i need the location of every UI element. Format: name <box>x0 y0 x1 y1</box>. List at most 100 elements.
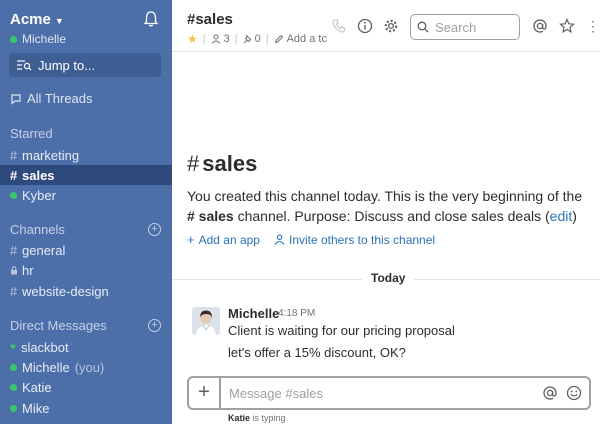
sidebar-item-marketing[interactable]: # marketing <box>0 145 172 165</box>
search-icon <box>417 21 429 33</box>
gear-icon[interactable] <box>383 18 399 34</box>
presence-dot-icon <box>10 363 17 371</box>
search-input[interactable]: Search <box>410 14 520 40</box>
hash-icon: # <box>187 151 200 176</box>
intro-actions: + Add an app Invite others to this chann… <box>187 232 449 247</box>
sidebar-item-hr[interactable]: hr <box>0 260 172 280</box>
presence-dot-icon <box>10 191 17 199</box>
intro-channel-name: sales <box>202 151 258 176</box>
current-user[interactable]: Michelle <box>10 32 66 46</box>
starred-section-title[interactable]: Starred <box>10 126 53 141</box>
hash-icon: # <box>10 167 18 183</box>
separator: | <box>265 33 269 45</box>
channel-meta: ★ | 3 | 0 | Add a tc <box>187 32 327 46</box>
chevron-down-icon: ▼ <box>54 15 64 26</box>
add-app-label: Add an app <box>198 232 260 247</box>
invite-others-button[interactable]: Invite others to this channel <box>274 232 435 247</box>
day-divider-label: Today <box>362 271 415 285</box>
hash-icon: # <box>10 147 18 163</box>
mentions-icon[interactable] <box>532 18 548 34</box>
intro-text-2: channel. Purpose: Discuss and close sale… <box>233 208 550 224</box>
emoji-icon[interactable] <box>566 385 582 401</box>
sidebar-item-label: Kyber <box>22 187 56 203</box>
message-composer: + Message #sales <box>187 376 591 410</box>
lock-icon <box>11 265 17 274</box>
hash-icon: # <box>10 283 18 299</box>
sidebar-item-label: general <box>22 242 66 258</box>
pin-count[interactable]: 0 <box>255 33 261 45</box>
presence-dot-icon <box>10 35 17 43</box>
typing-user: Katie <box>228 413 251 423</box>
add-app-button[interactable]: + Add an app <box>187 232 260 247</box>
sidebar-item-kyber[interactable]: Kyber <box>0 185 172 205</box>
message-input[interactable]: Message #sales <box>229 386 323 401</box>
sidebar-item-katie[interactable]: Katie <box>0 377 172 397</box>
intro-channel-ref: # sales <box>187 208 234 224</box>
sidebar-item-label: Mike <box>22 400 50 416</box>
jump-to-label: Jump to... <box>38 57 96 73</box>
plus-icon: + <box>187 232 195 247</box>
intro-text-3: ) <box>572 208 577 224</box>
threads-icon <box>11 93 21 105</box>
message-text: Client is waiting for our pricing propos… <box>228 323 455 338</box>
sidebar-item-label: slackbot <box>20 339 69 355</box>
sidebar-item-michelle[interactable]: Michelle (you) <box>0 357 172 377</box>
separator: | <box>202 33 206 45</box>
message-timestamp[interactable]: 4:18 PM <box>278 308 315 319</box>
add-channel-icon[interactable]: + <box>148 223 161 236</box>
presence-dot-icon <box>10 383 17 391</box>
pin-icon <box>243 34 251 44</box>
sidebar-item-label: website-design <box>22 283 109 299</box>
sidebar-item-general[interactable]: # general <box>0 240 172 260</box>
sidebar-item-sales[interactable]: # sales <box>0 165 172 185</box>
sidebar-item-label: sales <box>22 167 55 183</box>
attach-button[interactable]: + <box>189 378 221 408</box>
message-author[interactable]: Michelle <box>228 306 279 321</box>
team-name[interactable]: Acme <box>10 11 51 28</box>
star-icon[interactable]: ★ <box>187 32 198 46</box>
phone-icon[interactable] <box>331 18 347 34</box>
heart-icon: ♥ <box>10 341 16 353</box>
info-icon[interactable] <box>357 18 373 34</box>
edit-purpose-link[interactable]: edit <box>550 208 573 224</box>
add-topic-link[interactable]: Add a tc <box>287 33 327 45</box>
sidebar-item-website-design[interactable]: # website-design <box>0 281 172 301</box>
dm-section-title[interactable]: Direct Messages <box>10 318 107 333</box>
presence-dot-icon <box>10 404 17 412</box>
person-icon <box>274 234 285 245</box>
message-text: let's offer a 15% discount, OK? <box>228 345 406 360</box>
you-label: (you) <box>74 359 105 375</box>
sidebar-item-label: Katie <box>22 379 52 395</box>
avatar-photo-icon <box>192 307 220 335</box>
sidebar-item-label: hr <box>22 262 34 278</box>
team-menu[interactable]: Acme ▼ <box>10 11 64 28</box>
channels-section-title[interactable]: Channels <box>10 222 65 237</box>
bell-icon[interactable] <box>142 10 160 28</box>
jump-to-button[interactable]: Jump to... <box>9 53 161 77</box>
channel-title: #sales <box>187 11 233 28</box>
all-threads-label: All Threads <box>27 91 93 106</box>
sidebar-item-label: Michelle <box>22 359 70 375</box>
search-placeholder: Search <box>435 19 477 35</box>
star-outline-icon[interactable] <box>559 18 575 34</box>
intro-text: You created this channel today. This is … <box>187 186 587 226</box>
sidebar-item-mike[interactable]: Mike <box>0 398 172 418</box>
hash-icon: # <box>10 242 18 258</box>
jump-icon <box>17 60 32 71</box>
separator: | <box>234 33 238 45</box>
sidebar: Acme ▼ Michelle Jump to... All Threads S… <box>0 0 172 424</box>
pencil-icon <box>274 34 283 44</box>
typing-indicator: Katie is typing <box>228 413 286 423</box>
sidebar-item-label: marketing <box>22 147 80 163</box>
avatar[interactable] <box>192 307 220 335</box>
intro-title: # sales <box>187 151 257 177</box>
typing-text: is typing <box>250 413 286 423</box>
current-user-name: Michelle <box>22 32 67 46</box>
member-count[interactable]: 3 <box>224 33 230 45</box>
sidebar-item-slackbot[interactable]: ♥ slackbot <box>0 337 172 357</box>
at-mention-icon[interactable] <box>542 385 558 401</box>
intro-text-1: You created this channel today. This is … <box>187 188 583 204</box>
all-threads-link[interactable]: All Threads <box>10 91 93 106</box>
add-dm-icon[interactable]: + <box>148 319 161 332</box>
more-menu-icon[interactable]: ⋮ <box>586 18 600 35</box>
